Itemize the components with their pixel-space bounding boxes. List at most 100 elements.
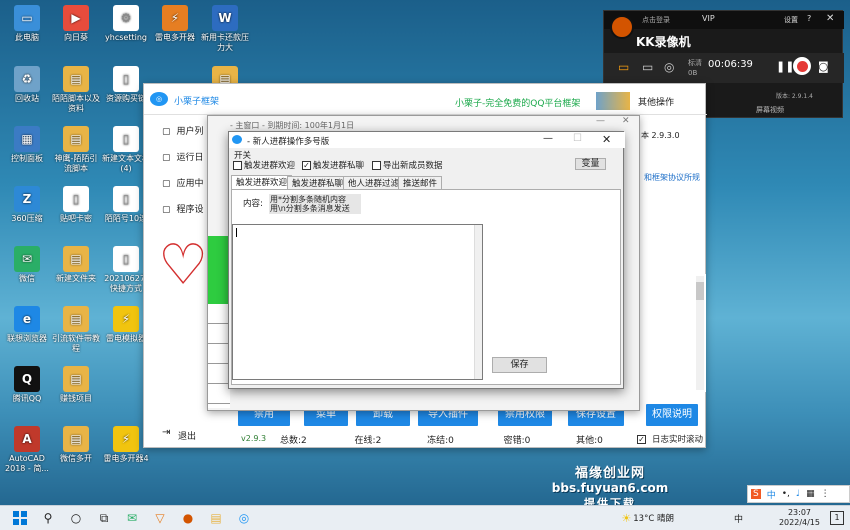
check-private-box[interactable]: ✓ — [302, 161, 311, 170]
ime-menu-icon[interactable]: ⋮ — [821, 489, 830, 499]
subwin-minimize-button[interactable]: — — [596, 116, 605, 126]
subwin-close-button[interactable]: ✕ — [622, 116, 630, 126]
desktop-icon[interactable]: W 新用卡还款压力大 — [200, 5, 250, 53]
save-button[interactable]: 保存 — [492, 357, 547, 373]
mic-icon[interactable]: ♩ — [796, 489, 800, 499]
desktop-icon[interactable]: ▤ 微信多开 — [51, 426, 101, 464]
dialog-maximize-button[interactable]: ☐ — [573, 133, 582, 144]
realtime-log-check-icon[interactable]: ✓ — [637, 435, 646, 444]
desktop-icon-label: 神鹰-陌陌引流脚本 — [54, 154, 98, 173]
desktop-icon[interactable]: e 联想浏览器 — [2, 306, 52, 344]
content-scrollbar[interactable] — [474, 225, 482, 379]
sidebar-item[interactable]: ▢ 应用中 — [162, 176, 204, 189]
desktop-icon-graphic: Q — [14, 366, 40, 392]
desktop-icon[interactable]: ▤ 引流软件带教程 — [51, 306, 101, 354]
explorer-taskbar-icon[interactable]: ▤ — [202, 506, 230, 530]
kk-screenshot-icon[interactable]: ◙ — [818, 60, 829, 73]
desktop-icon[interactable]: ⚙ yhcsetting — [101, 5, 151, 43]
browser-taskbar-icon[interactable]: ▽ — [146, 506, 174, 530]
start-icon[interactable] — [6, 506, 34, 530]
permission-help-button[interactable]: 权限说明 — [646, 404, 698, 426]
content-textarea[interactable] — [232, 224, 483, 380]
check-welcome-box[interactable] — [233, 161, 242, 170]
desktop-icon[interactable]: ▤ 赚钱项目 — [51, 366, 101, 404]
variable-button[interactable]: 变量 — [575, 158, 606, 170]
desktop-icon[interactable]: ♻ 回收站 — [2, 66, 52, 104]
other-ops-menu[interactable]: 其他操作 — [638, 95, 674, 108]
desktop-icon[interactable]: ▯ 贴吧卡密 — [51, 186, 101, 224]
desktop-icon[interactable]: ▤ 神鹰-陌陌引流脚本 — [51, 126, 101, 174]
right-scrollbar[interactable] — [696, 276, 704, 390]
check-export[interactable]: 导出新成员数据 — [372, 159, 443, 171]
ime-toolbar[interactable]: S 中 •, ♩ ▦ ⋮ — [747, 485, 850, 503]
kk-screen-icon[interactable]: ▭ — [618, 60, 629, 74]
list-icon: ▢ — [162, 179, 171, 189]
clock-date[interactable]: 2022/4/15 — [779, 518, 820, 528]
desktop-icon-label: 微信 — [19, 274, 35, 283]
wechat-taskbar-icon[interactable]: ✉ — [118, 506, 146, 530]
ime-lang[interactable]: 中 — [767, 488, 776, 501]
sidebar-item[interactable]: ▢ 运行日 — [162, 150, 204, 163]
desktop-icon[interactable]: ▶ 向日葵 — [51, 5, 101, 43]
weather-text[interactable]: 13°C 晴朗 — [633, 512, 674, 524]
kk-logo-icon — [610, 15, 634, 39]
tab-private[interactable]: 触发进群私聊 — [287, 176, 349, 190]
desktop-icon[interactable]: Q 腾讯QQ — [2, 366, 52, 404]
desktop-icon-label: 联想浏览器 — [7, 334, 47, 343]
check-private[interactable]: ✓ 触发进群私聊 — [302, 159, 364, 171]
kk-vip[interactable]: VIP — [702, 14, 715, 23]
realtime-log-checkbox[interactable]: ✓ 日志实时滚动 — [637, 433, 703, 445]
desktop-icon-graphic: ▯ — [113, 126, 139, 152]
desktop-icon[interactable]: ▤ 新建文件夹 — [51, 246, 101, 284]
kk-camera-mode-icon[interactable]: ▭ — [642, 60, 653, 74]
desktop-icon[interactable]: A AutoCAD 2018 - 简... — [2, 426, 52, 474]
ime-punct-icon[interactable]: •, — [782, 489, 790, 499]
kk-help[interactable]: ? — [807, 14, 811, 23]
new-member-dialog[interactable]: - 新人进群操作多号版 — ☐ ✕ 开关 触发进群欢迎 ✓ 触发进群私聊 导出新成… — [228, 131, 625, 389]
desktop-icon-label: 360压缩 — [11, 214, 43, 223]
online-count: 2 — [375, 436, 382, 446]
dialog-minimize-button[interactable]: — — [543, 133, 553, 144]
tab-filter[interactable]: 他人进群过滤 — [343, 176, 405, 190]
notification-badge[interactable]: 1 — [830, 511, 844, 525]
app-taskbar-icon[interactable]: ◎ — [230, 506, 258, 530]
sidebar-item[interactable]: ▢ 程序设 — [162, 202, 204, 215]
clock-time[interactable]: 23:07 — [779, 508, 820, 518]
kk-settings[interactable]: 设置 — [784, 15, 798, 25]
desktop-icon-label: 赚钱项目 — [60, 394, 92, 403]
green-panel — [208, 236, 230, 304]
desktop-icon[interactable]: ▦ 控制面板 — [2, 126, 52, 164]
desktop-icon[interactable]: ▤ 陌陌脚本以及资料 — [51, 66, 101, 114]
kk-time: 00:06:39 — [708, 59, 753, 70]
search-icon[interactable]: ⚲ — [34, 506, 62, 530]
desktop-icon[interactable]: Z 360压缩 — [2, 186, 52, 224]
sidebar-item[interactable]: ▢ 用户列 — [162, 124, 204, 137]
kk-taskbar-icon[interactable]: ● — [174, 506, 202, 530]
desktop-icon-graphic: ⚡ — [113, 306, 139, 332]
dialog-close-button[interactable]: ✕ — [602, 133, 611, 146]
logout-button[interactable]: 退出 — [178, 429, 196, 442]
desktop-icon[interactable]: ▭ 此电脑 — [2, 5, 52, 43]
kk-game-icon[interactable]: ◎ — [664, 60, 674, 74]
check-export-box[interactable] — [372, 161, 381, 170]
kk-login[interactable]: 点击登录 — [642, 15, 670, 25]
desktop-icon[interactable]: ⚡ 雷电多开器 — [150, 5, 200, 43]
desktop-icon[interactable]: ✉ 微信 — [2, 246, 52, 284]
task-view-icon[interactable]: ⧉ — [90, 506, 118, 530]
weather-icon[interactable]: ☀ — [621, 512, 631, 525]
desktop-icon-label: 微信多开 — [60, 454, 92, 463]
kk-close-icon[interactable]: ✕ — [826, 13, 834, 24]
tab-email[interactable]: 推送邮件 — [398, 176, 443, 190]
tab-welcome[interactable]: 触发进群欢迎 — [231, 175, 293, 190]
ime-indicator[interactable]: 中 — [734, 512, 743, 525]
cortana-icon[interactable]: ○ — [62, 506, 90, 530]
kk-tab-screen-video[interactable]: 屏幕视频 — [756, 105, 784, 115]
user-icon: ▢ — [162, 127, 171, 137]
kk-pause-button[interactable]: ❚❚ — [776, 60, 794, 73]
kk-record-button[interactable] — [793, 57, 811, 75]
avatar — [596, 92, 630, 110]
logout-icon[interactable]: ⇥ — [162, 427, 170, 438]
agreement-link[interactable]: 和框架协议所规 — [644, 172, 700, 183]
keyboard-icon[interactable]: ▦ — [806, 489, 815, 499]
check-welcome[interactable]: 触发进群欢迎 — [233, 159, 295, 171]
